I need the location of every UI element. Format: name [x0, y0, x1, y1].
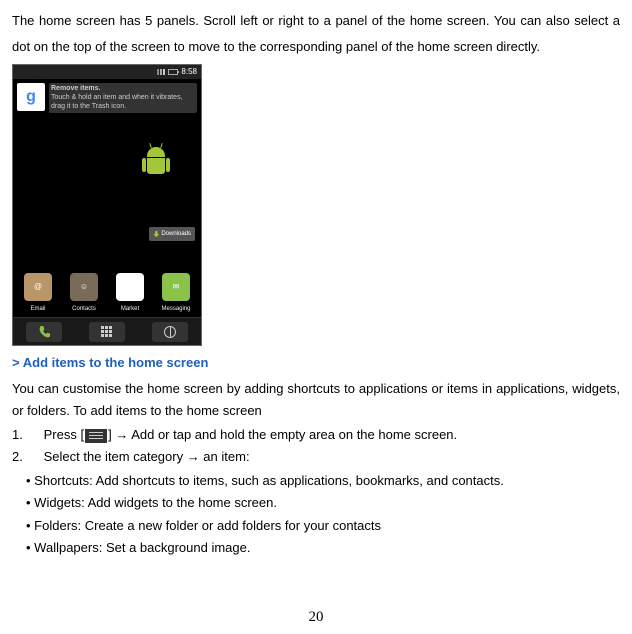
phone-button	[26, 322, 62, 342]
step-1-suffix: ] → Add or tap and hold the empty area o…	[108, 427, 457, 442]
google-search-icon: g	[17, 83, 45, 111]
battery-icon	[168, 69, 178, 75]
globe-icon	[164, 326, 176, 338]
dock-label: Email	[16, 303, 60, 315]
bullet-widgets: Widgets: Add widgets to the home screen.	[12, 492, 620, 514]
wallpaper-area: Downloads	[13, 117, 201, 277]
search-hint-row: g Remove items. Touch & hold an item and…	[13, 79, 201, 117]
hint-bubble: Remove items. Touch & hold an item and w…	[49, 83, 197, 113]
signal-icon	[157, 69, 165, 75]
dock-label: Market	[108, 303, 152, 315]
phone-screenshot: 8:58 g Remove items. Touch & hold an ite…	[12, 64, 202, 346]
apps-button	[89, 322, 125, 342]
section-heading: > Add items to the home screen	[12, 350, 620, 376]
hint-title: Remove items.	[51, 85, 195, 93]
step-1-prefix: Press [	[44, 427, 84, 442]
android-robot-icon	[141, 147, 171, 187]
intro-paragraph: The home screen has 5 panels. Scroll lef…	[12, 8, 620, 60]
dock-item-contacts: ☺ Contacts	[62, 273, 106, 315]
step-number: 1.	[12, 424, 40, 446]
dock-label: Messaging	[154, 303, 198, 315]
phone-icon	[38, 326, 50, 338]
dock-item-market: 🛍 Market	[108, 273, 152, 315]
heading-text: Add items to the home screen	[23, 355, 209, 370]
contacts-icon: ☺	[70, 273, 98, 301]
apps-grid-icon	[101, 326, 113, 338]
step-2-text: Select the item category → an item:	[44, 449, 250, 464]
menu-icon	[85, 429, 107, 443]
hint-body: Touch & hold an item and when it vibrate…	[51, 94, 195, 111]
nav-bar	[13, 317, 201, 345]
step-1: 1. Press [ ] → Add or tap and hold the em…	[12, 424, 620, 446]
bullet-shortcuts: Shortcuts: Add shortcuts to items, such …	[12, 470, 620, 492]
dock-item-email: @ Email	[16, 273, 60, 315]
page-number: 20	[0, 602, 632, 632]
market-icon: 🛍	[116, 273, 144, 301]
chevron-right-icon: >	[12, 355, 23, 370]
downloads-badge: Downloads	[149, 227, 195, 241]
steps-list: 1. Press [ ] → Add or tap and hold the em…	[12, 424, 620, 468]
bullet-wallpapers: Wallpapers: Set a background image.	[12, 537, 620, 559]
bullet-list: Shortcuts: Add shortcuts to items, such …	[12, 470, 620, 558]
dock-item-messaging: ✉ Messaging	[154, 273, 198, 315]
email-icon: @	[24, 273, 52, 301]
app-dock: @ Email ☺ Contacts 🛍 Market ✉ Messaging	[13, 273, 201, 315]
messaging-icon: ✉	[162, 273, 190, 301]
dock-label: Contacts	[62, 303, 106, 315]
status-bar: 8:58	[13, 65, 201, 79]
step-2: 2. Select the item category → an item:	[12, 446, 620, 468]
section-body: You can customise the home screen by add…	[12, 378, 620, 422]
bullet-folders: Folders: Create a new folder or add fold…	[12, 515, 620, 537]
step-number: 2.	[12, 446, 40, 468]
browser-button	[152, 322, 188, 342]
downloads-label: Downloads	[161, 228, 191, 240]
clock-text: 8:58	[181, 64, 197, 80]
download-icon	[153, 231, 159, 237]
